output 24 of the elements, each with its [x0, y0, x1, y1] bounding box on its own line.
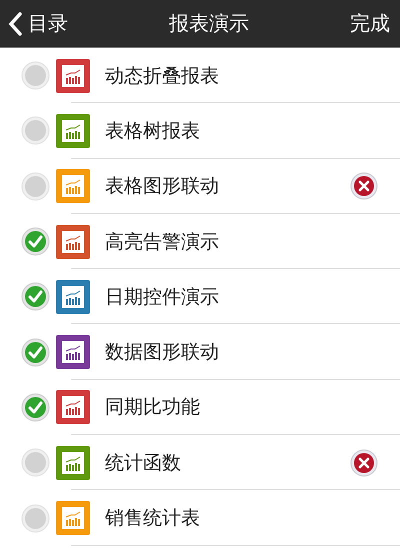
report-name[interactable]: 动态折叠报表	[105, 62, 400, 89]
checked-circle-icon[interactable]	[21, 338, 50, 367]
checked-circle-icon[interactable]	[21, 227, 50, 256]
report-name[interactable]: 同期比功能	[105, 394, 400, 420]
report-name[interactable]: 日期控件演示	[105, 284, 400, 310]
report-name[interactable]: 表格图形联动	[105, 173, 350, 200]
checked-circle-icon[interactable]	[21, 392, 50, 422]
report-name[interactable]: 数据图形联动	[105, 339, 400, 366]
screen-title: 报表演示	[168, 10, 250, 37]
report-name[interactable]: 销售统计表	[105, 505, 400, 532]
delete-icon[interactable]	[350, 172, 378, 200]
unchecked-circle-icon[interactable]	[21, 504, 50, 533]
unchecked-circle-icon[interactable]	[21, 116, 50, 146]
back-button[interactable]: 目录	[8, 10, 68, 37]
unchecked-circle-icon[interactable]	[21, 448, 50, 478]
report-name[interactable]: 高亮告警演示	[105, 228, 400, 255]
unchecked-circle-icon[interactable]	[21, 172, 50, 201]
back-icon	[8, 12, 22, 36]
unchecked-circle-icon[interactable]	[21, 61, 50, 90]
done-button[interactable]: 完成	[350, 10, 390, 37]
delete-icon[interactable]	[350, 448, 378, 477]
report-name[interactable]: 统计函数	[105, 450, 350, 476]
report-name[interactable]: 表格树报表	[105, 118, 400, 144]
checked-circle-icon[interactable]	[21, 282, 50, 312]
